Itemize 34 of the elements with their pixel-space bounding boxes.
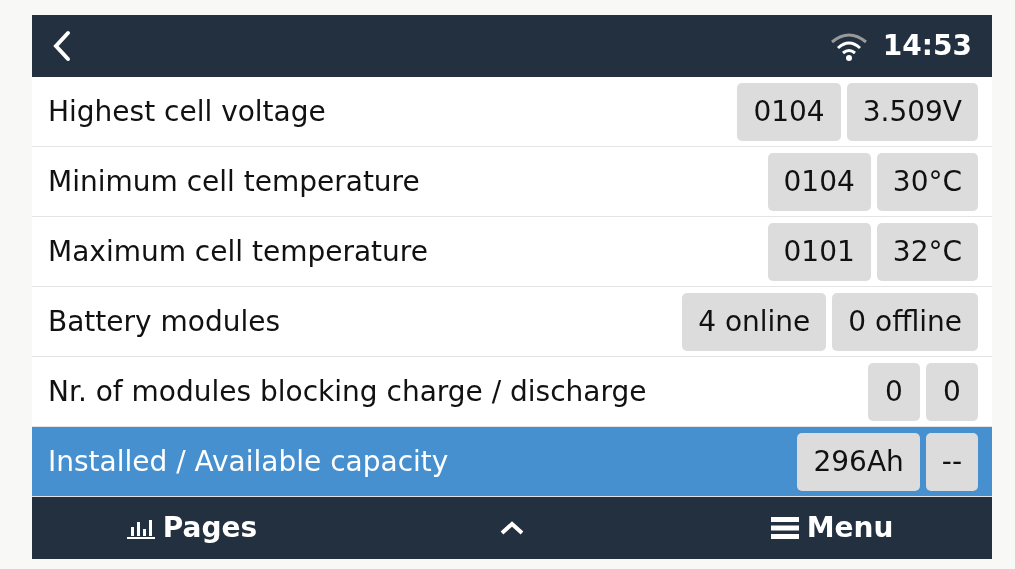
list-row[interactable]: Installed / Available capacity 296Ah -- xyxy=(32,427,992,497)
row-label: Maximum cell temperature xyxy=(48,233,428,270)
value-field: 0 xyxy=(868,362,920,421)
row-label: Highest cell voltage xyxy=(48,93,326,130)
list-row[interactable]: Minimum cell temperature 0104 30°C xyxy=(32,147,992,217)
value-field: 0104 xyxy=(767,152,871,211)
pages-button[interactable]: Pages xyxy=(32,507,352,549)
menu-icon xyxy=(770,516,799,540)
value-field: 4 online xyxy=(682,292,827,351)
wifi-icon xyxy=(828,31,869,61)
row-label: Nr. of modules blocking charge / discharge xyxy=(48,373,647,410)
row-label: Installed / Available capacity xyxy=(48,443,449,480)
clock-time: 14:53 xyxy=(882,28,972,64)
value-field: 30°C xyxy=(876,152,978,211)
list-row[interactable]: Highest cell voltage 0104 3.509V xyxy=(32,77,992,147)
row-label: Minimum cell temperature xyxy=(48,163,420,200)
list-row[interactable]: Maximum cell temperature 0101 32°C xyxy=(32,217,992,287)
value-field: 0104 xyxy=(737,82,841,141)
value-field: 32°C xyxy=(876,222,978,281)
back-icon xyxy=(52,30,72,62)
chevron-up-icon xyxy=(499,520,525,536)
value-field: 3.509V xyxy=(846,82,978,141)
list-row[interactable]: Battery modules 4 online 0 offline xyxy=(32,287,992,357)
value-field: 296Ah xyxy=(797,432,920,491)
list-row[interactable]: Nr. of modules blocking charge / discharge 0 0 xyxy=(32,357,992,427)
value-field: 0101 xyxy=(767,222,871,281)
expand-button[interactable] xyxy=(499,520,525,536)
value-field: -- xyxy=(925,432,978,491)
menu-button[interactable]: Menu xyxy=(672,507,992,549)
value-field: 0 offline xyxy=(832,292,978,351)
row-label: Battery modules xyxy=(48,303,281,340)
bar-chart-icon xyxy=(126,517,155,539)
back-button[interactable] xyxy=(52,30,72,62)
value-field: 0 xyxy=(926,362,978,421)
